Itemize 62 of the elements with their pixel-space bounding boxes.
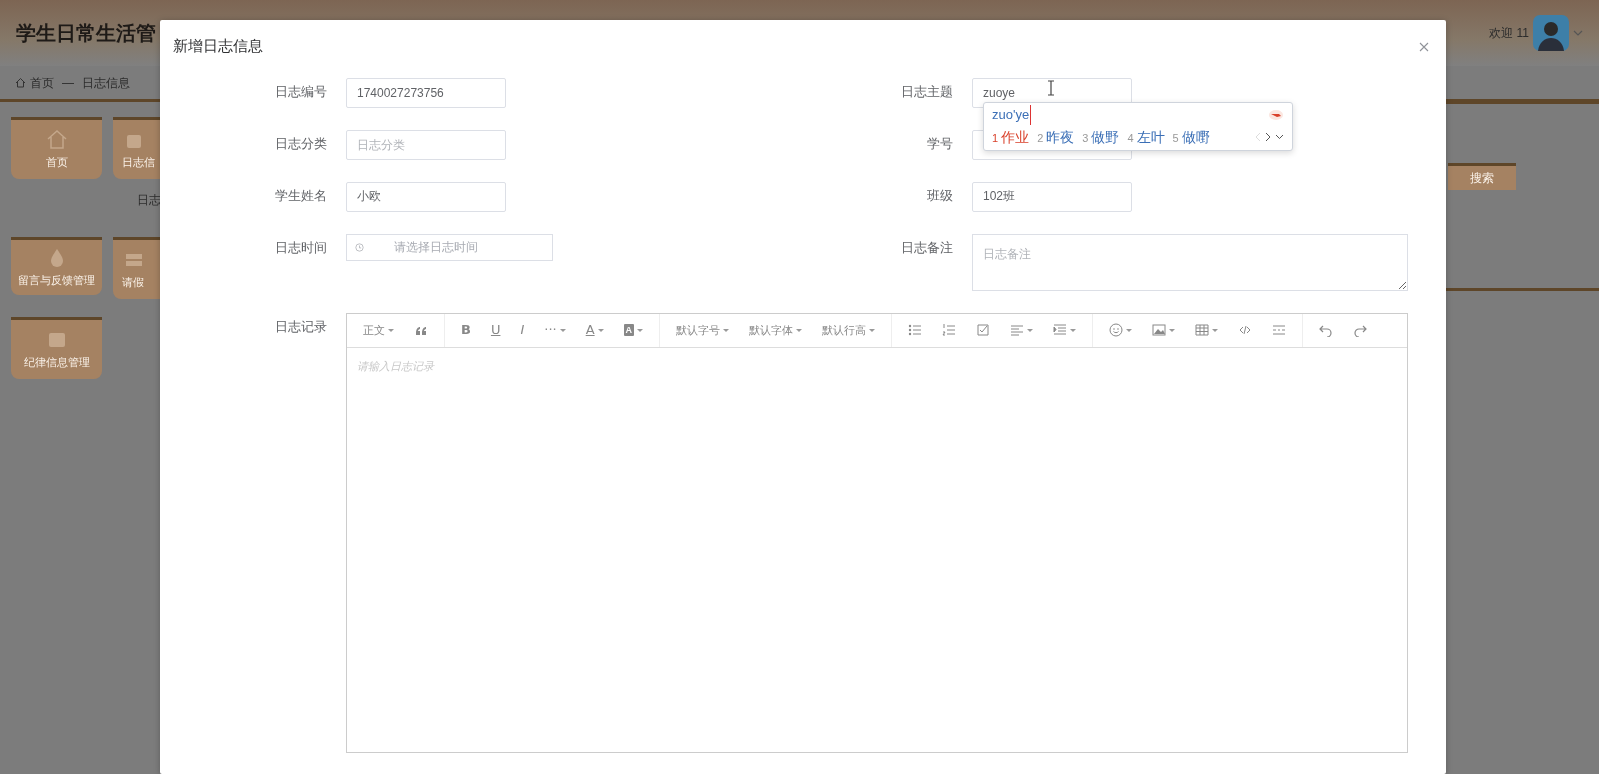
ime-candidate[interactable]: 4 左叶 — [1127, 126, 1165, 148]
field-label: 学号 — [926, 134, 953, 153]
date-field[interactable]: 请选择日志时间 — [346, 233, 553, 261]
chevron-down-icon[interactable] — [1573, 29, 1583, 37]
bullet-list-icon — [908, 323, 923, 337]
breadcrumb-home-link[interactable]: 首页 — [15, 73, 54, 92]
ime-candidate[interactable]: 2 昨夜 — [1037, 126, 1075, 148]
field-label: 日志时间 — [274, 238, 327, 257]
avatar-icon[interactable] — [1533, 15, 1569, 51]
site-title: 学生日常生活管 — [16, 21, 156, 46]
input-field[interactable]: 日志分类 — [346, 129, 506, 160]
code-icon — [1238, 323, 1253, 337]
ime-candidate[interactable]: 1 作业 — [992, 126, 1030, 148]
menu-tile[interactable]: 纪律信息管理 — [11, 317, 102, 379]
field-label: 学生姓名 — [274, 186, 327, 205]
field-label: 日志编号 — [274, 82, 327, 101]
toolbar-button[interactable]: ··· — [539, 318, 571, 342]
toolbar-dropdown[interactable]: 正文 — [358, 318, 399, 342]
greeting-text: 欢迎 11 — [1489, 25, 1529, 42]
ime-candidate[interactable]: 3 做野 — [1082, 126, 1120, 148]
skin-icon — [1268, 108, 1284, 121]
toolbar-button[interactable]: A — [618, 318, 649, 342]
breadcrumb-separator: — — [62, 74, 74, 92]
expand-icon[interactable] — [1275, 134, 1284, 140]
field-label: 日志记录 — [274, 317, 327, 336]
indent-icon — [1053, 323, 1068, 337]
redo-icon — [1353, 323, 1368, 337]
undo-icon — [1319, 323, 1334, 337]
divider-icon — [1272, 323, 1287, 337]
checkbox-icon — [976, 323, 991, 337]
toolbar-button[interactable]: I — [515, 318, 530, 342]
input-field[interactable]: 102班 — [972, 181, 1132, 212]
toolbar-button[interactable]: A — [580, 318, 609, 342]
align-icon — [1010, 323, 1025, 337]
sub-tab[interactable]: 日志 — [137, 193, 161, 207]
home-icon — [15, 77, 26, 88]
numbered-list-icon — [942, 323, 957, 337]
dialog-title: 新增日志信息 — [173, 36, 263, 56]
breadcrumb-item[interactable]: 日志信息 — [82, 73, 130, 92]
menu-tile[interactable]: 首页 — [11, 117, 102, 179]
ime-candidate[interactable]: 5 做嘢 — [1172, 126, 1210, 148]
toolbar-button[interactable]: B — [456, 318, 476, 342]
input-field[interactable]: 小欧 — [346, 181, 506, 212]
text-cursor-icon — [1047, 80, 1055, 96]
table-icon — [1195, 323, 1210, 337]
toolbar-dropdown[interactable]: 默认字体 — [744, 318, 808, 342]
next-page-icon[interactable] — [1265, 132, 1271, 142]
textarea-field[interactable]: 日志备注 — [972, 233, 1408, 291]
toolbar-button[interactable]: U — [485, 318, 506, 342]
menu-tile[interactable]: 留言与反馈管理 — [11, 237, 102, 295]
field-label: 日志分类 — [274, 134, 327, 153]
field-label: 日志主题 — [900, 82, 953, 101]
input-field[interactable]: 1740027273756 — [346, 77, 506, 108]
field-label: 班级 — [926, 186, 953, 205]
emoji-icon — [1109, 323, 1124, 337]
search-button[interactable]: 搜索 — [1448, 163, 1516, 190]
ime-composition-text: zuo'ye — [992, 105, 1032, 125]
field-label: 日志备注 — [900, 238, 953, 257]
clock-icon — [355, 241, 364, 253]
image-icon — [1152, 323, 1167, 337]
toolbar-dropdown[interactable]: 默认行高 — [817, 318, 881, 342]
toolbar-dropdown[interactable]: 默认字号 — [671, 318, 735, 342]
